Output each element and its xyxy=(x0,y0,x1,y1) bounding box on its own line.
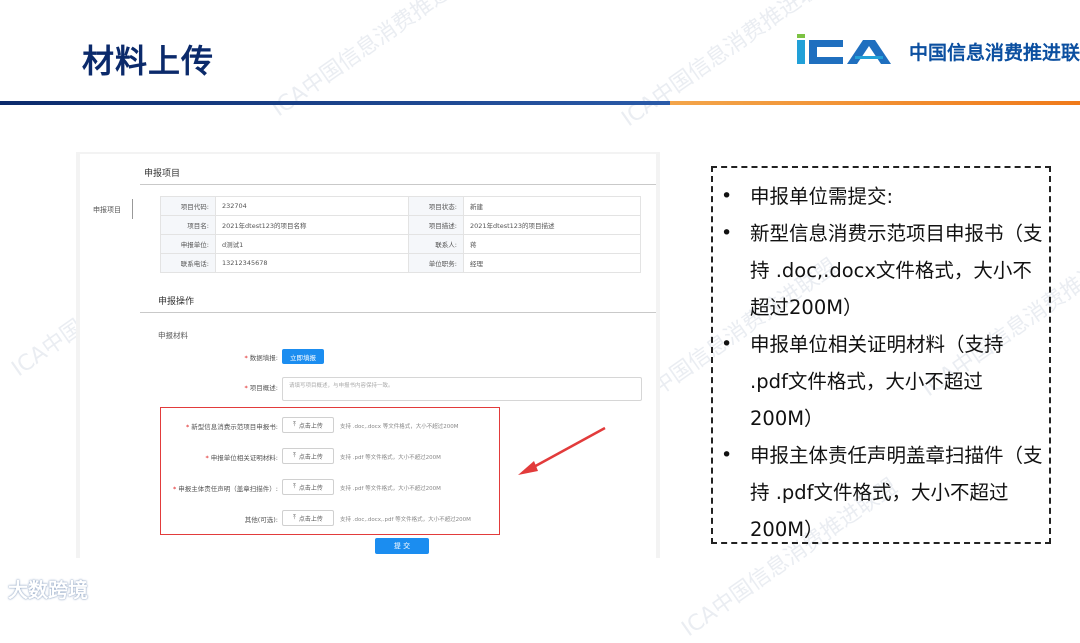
header-divider-accent xyxy=(670,101,1080,105)
info-key: 单位职务: xyxy=(408,253,464,273)
info-value: 232704 xyxy=(215,196,409,216)
info-value: 蒋 xyxy=(463,234,641,254)
sidebar-item-project[interactable]: 申报项目 xyxy=(93,205,121,215)
requirement-item: 申报主体责任声明盖章扫描件（支持 .pdf文件格式，大小不超过200M） xyxy=(750,444,1043,541)
upload-label-application: * 新型信息消费示范项目申报书: xyxy=(186,423,278,431)
requirement-item: 申报单位相关证明材料（支持 .pdf文件格式，大小不超过200M） xyxy=(750,333,1004,430)
info-key: 项目名: xyxy=(160,215,216,235)
info-key: 联系电话: xyxy=(160,253,216,273)
header-divider xyxy=(0,101,670,105)
fill-now-button[interactable]: 立即填报 xyxy=(282,349,324,364)
info-value: 13212345678 xyxy=(215,253,409,273)
materials-title: 申报材料 xyxy=(158,331,188,340)
form-panel: 申报项目 申报项目 项目代码: 232704 项目状态: 新建 项目名: 202… xyxy=(80,154,656,558)
description-textarea[interactable]: 请填写项目概述，与申报书内容保持一致。 xyxy=(282,377,642,401)
slide-title: 材料上传 xyxy=(82,42,215,80)
upload-button[interactable]: ⤒ 点击上传 xyxy=(282,417,334,433)
bullet-icon: • xyxy=(721,185,733,207)
upload-label-statement: * 申报主体责任声明（盖章扫描件）: xyxy=(173,485,278,493)
table-row: 联系电话: 13212345678 单位职务: 经理 xyxy=(160,253,641,273)
upload-hint: 支持 .doc,.docx 等文件格式，大小不超过200M xyxy=(340,424,459,430)
upload-icon: ⤒ xyxy=(293,483,296,490)
upload-hint: 支持 .pdf 等文件格式，大小不超过200M xyxy=(340,455,441,461)
form-screenshot: 申报项目 申报项目 项目代码: 232704 项目状态: 新建 项目名: 202… xyxy=(76,152,660,558)
upload-label-certificate: * 申报单位相关证明材料: xyxy=(205,454,278,462)
data-fill-label: * 数据填报: xyxy=(244,354,278,362)
section-divider xyxy=(140,312,656,313)
section-operation-title: 申报操作 xyxy=(158,297,195,307)
sidebar-divider xyxy=(132,199,133,219)
info-value: 2021年dtest123的项目描述 xyxy=(463,215,641,235)
info-value: 经理 xyxy=(463,253,641,273)
ica-logo-icon xyxy=(797,34,891,64)
upload-button[interactable]: ⤒ 点击上传 xyxy=(282,479,334,495)
upload-button[interactable]: ⤒ 点击上传 xyxy=(282,448,334,464)
upload-hint: 支持 .doc,.docx,.pdf 等文件格式，大小不超过200M xyxy=(340,517,471,523)
requirements-panel: • 申报单位需提交: • 新型信息消费示范项目申报书（支持 .doc,.docx… xyxy=(711,166,1051,544)
info-key: 联系人: xyxy=(408,234,464,254)
submit-button[interactable]: 提 交 xyxy=(375,538,429,554)
info-value: 新建 xyxy=(463,196,641,216)
info-key: 项目描述: xyxy=(408,215,464,235)
upload-icon: ⤒ xyxy=(293,452,296,459)
org-name: 中国信息消费推进联盟 xyxy=(909,42,1080,64)
info-key: 项目代码: xyxy=(160,196,216,216)
info-value: 2021年dtest123的项目名称 xyxy=(215,215,409,235)
section-project-title: 申报项目 xyxy=(144,169,181,179)
upload-button[interactable]: ⤒ 点击上传 xyxy=(282,510,334,526)
ica-logo: 中国信息消费推进联盟 xyxy=(797,34,1080,68)
table-row: 项目代码: 232704 项目状态: 新建 xyxy=(160,196,641,216)
info-value: d测试1 xyxy=(215,234,409,254)
requirement-item: 申报单位需提交: xyxy=(750,185,894,208)
bullet-icon: • xyxy=(721,222,733,244)
red-arrow-icon xyxy=(518,426,606,475)
info-key: 申报单位: xyxy=(160,234,216,254)
upload-label-other: 其他(可选): xyxy=(244,516,278,524)
upload-icon: ⤒ xyxy=(293,421,296,428)
table-row: 申报单位: d测试1 联系人: 蒋 xyxy=(160,234,641,254)
upload-hint: 支持 .pdf 等文件格式，大小不超过200M xyxy=(340,486,441,492)
section-divider xyxy=(140,184,656,185)
info-key: 项目状态: xyxy=(408,196,464,216)
project-info-table: 项目代码: 232704 项目状态: 新建 项目名: 2021年dtest123… xyxy=(160,196,641,273)
description-label: * 项目概述: xyxy=(244,384,278,392)
table-row: 项目名: 2021年dtest123的项目名称 项目描述: 2021年dtest… xyxy=(160,215,641,235)
footer-brand: 大数跨境 xyxy=(8,578,88,602)
requirement-item: 新型信息消费示范项目申报书（支持 .doc,.docx文件格式，大小不超过200… xyxy=(750,222,1043,319)
upload-icon: ⤒ xyxy=(293,514,296,521)
bullet-icon: • xyxy=(721,333,733,355)
bullet-icon: • xyxy=(721,444,733,466)
